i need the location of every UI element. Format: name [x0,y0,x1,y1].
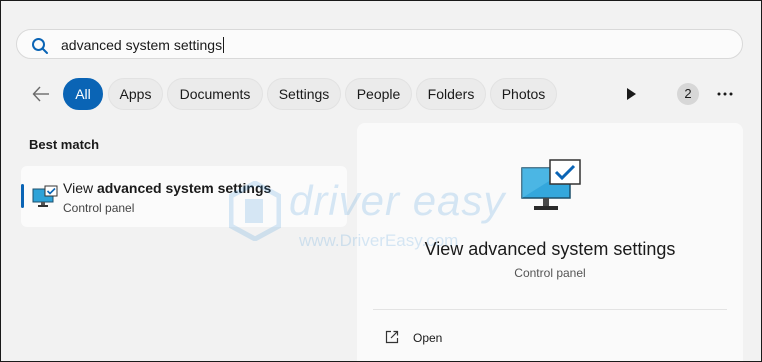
tab-settings[interactable]: Settings [267,78,341,110]
open-label: Open [413,331,443,345]
tab-folders[interactable]: Folders [416,78,486,110]
best-match-result[interactable]: View advanced system settings Control pa… [21,166,347,227]
play-icon[interactable] [623,86,639,102]
monitor-check-icon [521,159,581,210]
tab-all[interactable]: All [63,78,103,110]
back-arrow-icon[interactable] [31,84,51,104]
search-box[interactable]: advanced system settings [16,29,743,59]
result-title: View advanced system settings [63,180,272,196]
search-icon [32,38,48,54]
section-title-best-match: Best match [29,137,100,152]
search-window: advanced system settings All Apps Docume… [0,0,762,362]
tab-documents[interactable]: Documents [167,78,263,110]
monitor-check-icon [32,185,58,207]
open-external-icon [385,330,399,344]
details-pane: View advanced system settings Control pa… [357,123,743,361]
tab-people[interactable]: People [345,78,412,110]
selection-indicator [21,184,24,208]
open-action[interactable]: Open [381,327,501,351]
tab-photos[interactable]: Photos [490,78,557,110]
text-caret [223,37,225,53]
search-input[interactable]: advanced system settings [61,37,225,53]
divider [373,309,727,310]
details-subtitle: Control panel [514,266,586,280]
result-subtitle: Control panel [63,201,135,215]
tab-apps[interactable]: Apps [108,78,163,110]
more-icon[interactable] [716,86,734,102]
details-title: View advanced system settings [424,239,676,259]
count-badge[interactable]: 2 [677,83,699,105]
